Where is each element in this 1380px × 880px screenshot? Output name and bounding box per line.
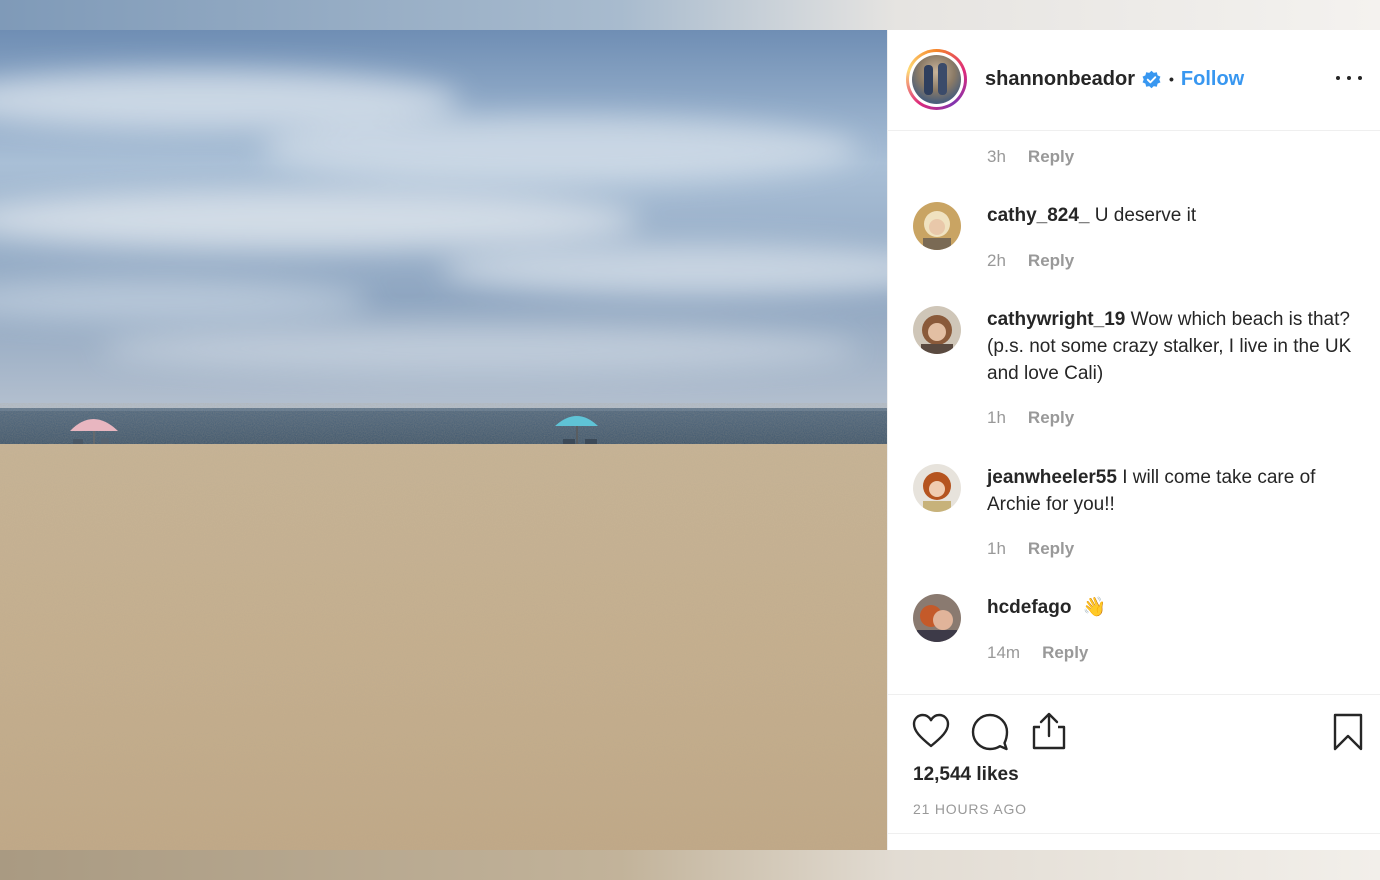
verified-badge-icon [1142, 70, 1161, 89]
commenter-avatar[interactable] [913, 306, 961, 354]
owner-info: shannonbeador • Follow [985, 66, 1244, 92]
commenter-avatar[interactable] [913, 464, 961, 512]
comment-text: hcdefago 👋 [987, 594, 1357, 621]
post-side-panel: shannonbeador • Follow 3h Reply cathy_82… [887, 30, 1380, 850]
post-photo[interactable] [0, 30, 887, 850]
post-header: shannonbeador • Follow [888, 30, 1380, 131]
reply-button[interactable]: Reply [1028, 147, 1074, 167]
comment-body: U deserve it [1094, 205, 1197, 226]
comment-username[interactable]: cathy_824_ [987, 205, 1089, 226]
commenter-avatar[interactable] [913, 594, 961, 642]
share-icon[interactable] [1031, 712, 1067, 755]
waving-hand-emoji: 👋 [1082, 597, 1107, 618]
more-options-icon[interactable] [1336, 68, 1362, 88]
beach-photo-image [0, 30, 887, 850]
bookmark-icon[interactable] [1332, 713, 1364, 756]
comment-username[interactable]: cathywright_19 [987, 309, 1125, 330]
comment-meta: 1h Reply [987, 408, 1074, 428]
comment-time: 2h [987, 251, 1006, 270]
follow-button[interactable]: Follow [1181, 68, 1244, 91]
comment-text: cathywright_19 Wow which beach is that? … [987, 306, 1357, 387]
post-actions: 12,544 likes 21 HOURS AGO [888, 694, 1380, 834]
reply-button[interactable]: Reply [1028, 408, 1074, 428]
comment-time: 1h [987, 408, 1006, 427]
comment-meta: 14m Reply [987, 643, 1088, 663]
comment-time: 1h [987, 539, 1006, 558]
heart-icon[interactable] [912, 713, 950, 754]
owner-avatar[interactable] [906, 49, 967, 110]
comment-meta: 3h Reply [987, 147, 1074, 167]
separator-dot: • [1169, 71, 1174, 87]
comment-text: cathy_824_ U deserve it [987, 202, 1357, 229]
comment-meta: 1h Reply [987, 539, 1074, 559]
reply-button[interactable]: Reply [1042, 643, 1088, 663]
comment-text: jeanwheeler55 I will come take care of A… [987, 464, 1357, 518]
comment-meta: 2h Reply [987, 251, 1074, 271]
comment-bubble-icon[interactable] [971, 713, 1009, 756]
background-bottom-strip [0, 850, 1380, 880]
owner-username[interactable]: shannonbeador [985, 68, 1135, 91]
background-top-strip [0, 0, 1380, 30]
comment-time: 14m [987, 643, 1021, 662]
comment-time: 3h [987, 147, 1006, 166]
likes-count[interactable]: 12,544 likes [913, 764, 1019, 786]
post-timestamp[interactable]: 21 HOURS AGO [913, 801, 1027, 817]
comments-list: 3h Reply cathy_824_ U deserve it 2h Repl… [888, 131, 1380, 694]
comment-username[interactable]: hcdefago [987, 597, 1071, 618]
reply-button[interactable]: Reply [1028, 539, 1074, 559]
commenter-avatar[interactable] [913, 202, 961, 250]
comment-username[interactable]: jeanwheeler55 [987, 467, 1117, 488]
reply-button[interactable]: Reply [1028, 251, 1074, 271]
